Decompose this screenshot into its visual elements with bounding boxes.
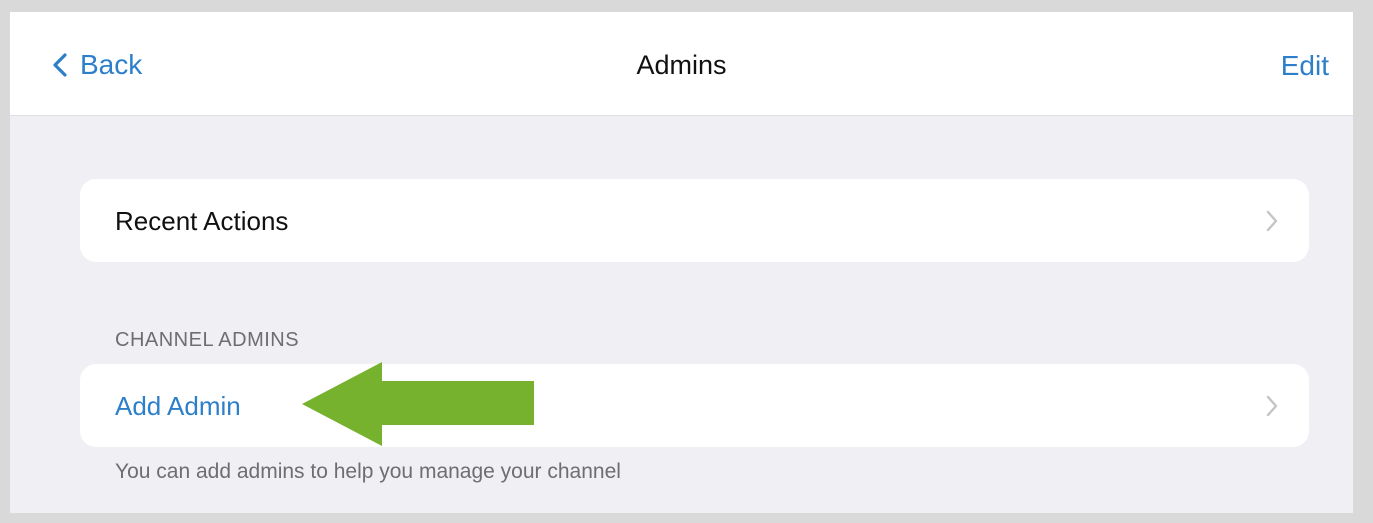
chevron-right-icon (1266, 210, 1278, 232)
page-title: Admins (636, 50, 727, 80)
admins-screen: Back Admins Edit Recent Actions CHANNEL … (10, 12, 1353, 513)
section-header-channel-admins: CHANNEL ADMINS (115, 329, 300, 351)
chevron-right-icon (1266, 395, 1278, 417)
edit-button[interactable]: Edit (1281, 50, 1329, 82)
recent-actions-label: Recent Actions (115, 206, 289, 236)
green-arrow-annotation (302, 362, 534, 446)
footer-note: You can add admins to help you manage yo… (115, 460, 621, 483)
navigation-bar: Back Admins Edit (10, 12, 1353, 116)
add-admin-label: Add Admin (115, 391, 241, 421)
recent-actions-row[interactable]: Recent Actions (80, 179, 1309, 262)
add-admin-row[interactable]: Add Admin (80, 364, 1309, 447)
